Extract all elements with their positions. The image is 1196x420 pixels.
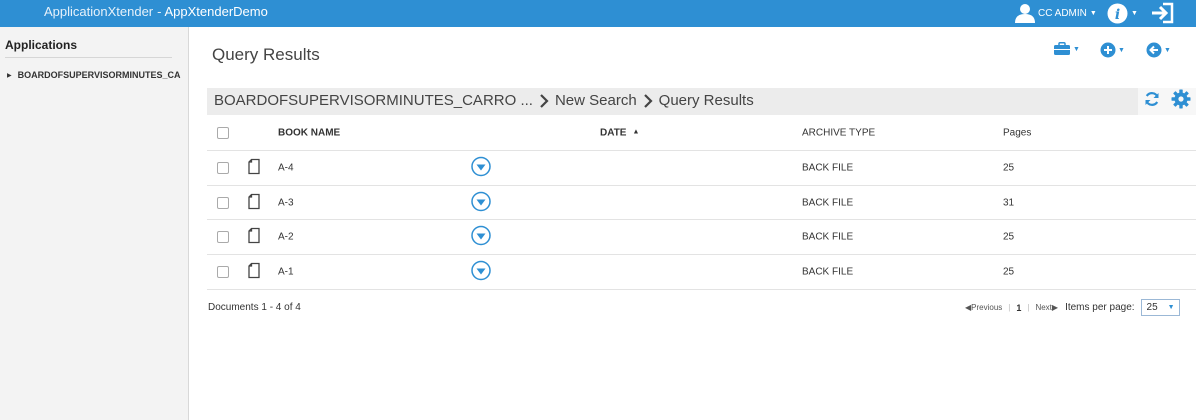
chevron-right-icon	[643, 93, 653, 108]
add-menu-button[interactable]: ▼	[1100, 42, 1125, 58]
chevron-down-icon: ▼	[1073, 45, 1080, 53]
table-row[interactable]: A-4 BACK FILE 25	[207, 151, 1196, 186]
app-name: ApplicationXtender	[44, 4, 154, 19]
current-page[interactable]: 1	[1016, 303, 1021, 313]
app-instance: AppXtenderDemo	[164, 4, 268, 19]
pages-cell: 25	[1003, 162, 1015, 174]
briefcase-menu-button[interactable]: ▼	[1053, 42, 1080, 56]
row-actions-button[interactable]	[471, 260, 491, 283]
app-title: ApplicationXtender - AppXtenderDemo	[44, 4, 268, 19]
expand-triangle-icon[interactable]: ▶	[7, 73, 12, 79]
title-separator: -	[157, 4, 162, 19]
row-checkbox[interactable]	[217, 196, 229, 209]
chevron-down-circle-icon	[471, 225, 491, 246]
chevron-down-circle-icon	[471, 156, 491, 177]
pages-cell: 31	[1003, 197, 1015, 209]
sort-ascending-icon: ▲	[632, 128, 640, 136]
back-circle-icon	[1146, 42, 1162, 58]
sidebar-title: Applications	[5, 38, 78, 52]
select-all-checkbox[interactable]	[217, 127, 229, 139]
chevron-right-icon: ▶	[1051, 303, 1059, 312]
chevron-down-icon: ▼	[1131, 10, 1138, 17]
items-per-page-label: Items per page:	[1065, 302, 1135, 313]
settings-button[interactable]	[1171, 89, 1191, 114]
breadcrumb-query-results: Query Results	[658, 92, 754, 109]
row-checkbox[interactable]	[217, 265, 229, 278]
svg-text:i: i	[1115, 7, 1120, 23]
back-menu-button[interactable]: ▼	[1146, 42, 1171, 58]
table-row[interactable]: A-1 BACK FILE 25	[207, 255, 1196, 290]
sidebar-item-boardofsupervisorminutes[interactable]: ▶ BOARDOFSUPERVISORMINUTES_CA	[7, 70, 189, 80]
chevron-down-circle-icon	[471, 191, 491, 211]
info-icon: i	[1107, 3, 1128, 24]
column-header-date[interactable]: DATE ▲	[600, 128, 639, 139]
archive-type-cell: BACK FILE	[802, 197, 854, 209]
book-name-cell: A-1	[278, 266, 294, 278]
book-name-cell: A-4	[278, 162, 294, 174]
previous-label: Previous	[971, 303, 1003, 312]
book-name-cell: A-3	[278, 197, 294, 209]
document-icon[interactable]	[248, 228, 260, 247]
column-header-book-name[interactable]: BOOK NAME	[278, 128, 340, 139]
archive-type-cell: BACK FILE	[802, 162, 854, 174]
column-header-archive-type[interactable]: ARCHIVE TYPE	[802, 128, 875, 139]
logout-icon	[1152, 2, 1174, 24]
chevron-down-icon: ▼	[1089, 9, 1097, 17]
pager-separator: |	[1008, 303, 1011, 312]
pages-cell: 25	[1003, 266, 1015, 278]
add-circle-icon	[1100, 42, 1116, 58]
breadcrumb-bar: BOARDOFSUPERVISORMINUTES_CARRO ... New S…	[207, 88, 1196, 115]
column-header-date-label: DATE	[600, 127, 627, 139]
previous-page-button[interactable]: ◀Previous	[965, 303, 1002, 312]
applications-sidebar: Applications ▶ BOARDOFSUPERVISORMINUTES_C…	[0, 27, 189, 420]
top-bar: ApplicationXtender - AppXtenderDemo CC ADM…	[0, 0, 1196, 27]
document-icon[interactable]	[248, 158, 260, 177]
archive-type-cell: BACK FILE	[802, 266, 854, 278]
document-icon[interactable]	[248, 193, 260, 212]
refresh-icon	[1144, 92, 1159, 106]
table-header-row: BOOK NAME DATE ▲ ARCHIVE TYPE Pages	[207, 116, 1196, 151]
archive-type-cell: BACK FILE	[802, 231, 854, 243]
chevron-right-icon	[540, 93, 549, 108]
briefcase-icon	[1054, 42, 1070, 55]
settings-gear-icon	[1171, 89, 1190, 109]
chevron-down-icon: ▼	[1164, 46, 1171, 54]
column-header-pages[interactable]: Pages	[1003, 128, 1031, 139]
pages-cell: 25	[1003, 231, 1015, 243]
page-title: Query Results	[212, 45, 320, 64]
table-row[interactable]: A-3 BACK FILE 31	[207, 186, 1196, 221]
documents-count: Documents 1 - 4 of 4	[208, 302, 301, 313]
chevron-down-circle-icon	[471, 260, 491, 281]
document-icon[interactable]	[248, 262, 260, 281]
sidebar-divider	[5, 57, 172, 58]
breadcrumb-new-search[interactable]: New Search	[555, 92, 637, 109]
user-menu[interactable]: CC ADMIN ▼	[1014, 2, 1097, 24]
breadcrumb: BOARDOFSUPERVISORMINUTES_CARRO ... New S…	[214, 92, 754, 109]
row-checkbox[interactable]	[217, 161, 229, 174]
row-actions-button[interactable]	[471, 225, 491, 249]
pager-separator: |	[1027, 303, 1030, 312]
table-row[interactable]: A-2 BACK FILE 25	[207, 220, 1196, 256]
next-label: Next	[1035, 303, 1052, 312]
items-per-page-value: 25	[1146, 302, 1158, 313]
row-checkbox[interactable]	[217, 231, 229, 244]
breadcrumb-application[interactable]: BOARDOFSUPERVISORMINUTES_CARRO ...	[214, 92, 533, 109]
items-per-page-select[interactable]: 25 ▼	[1140, 299, 1180, 316]
user-name: CC ADMIN	[1038, 7, 1087, 19]
pagination: ◀Previous | 1 | Next▶ Items per page: 25…	[965, 299, 1180, 316]
user-icon	[1015, 4, 1035, 23]
row-actions-button[interactable]	[471, 191, 491, 214]
next-page-button[interactable]: Next▶	[1035, 303, 1058, 312]
book-name-cell: A-2	[278, 231, 294, 243]
logout-button[interactable]	[1151, 2, 1174, 29]
breadcrumb-actions	[1138, 88, 1196, 115]
chevron-down-icon: ▼	[1118, 46, 1125, 54]
chevron-down-icon: ▼	[1167, 304, 1175, 311]
info-menu[interactable]: i ▼	[1107, 3, 1138, 24]
sidebar-item-label: BOARDOFSUPERVISORMINUTES_CA	[17, 70, 181, 80]
refresh-button[interactable]	[1144, 91, 1160, 112]
row-actions-button[interactable]	[471, 156, 491, 179]
query-results-table: BOOK NAME DATE ▲ ARCHIVE TYPE Pages A-4 B…	[207, 116, 1196, 290]
